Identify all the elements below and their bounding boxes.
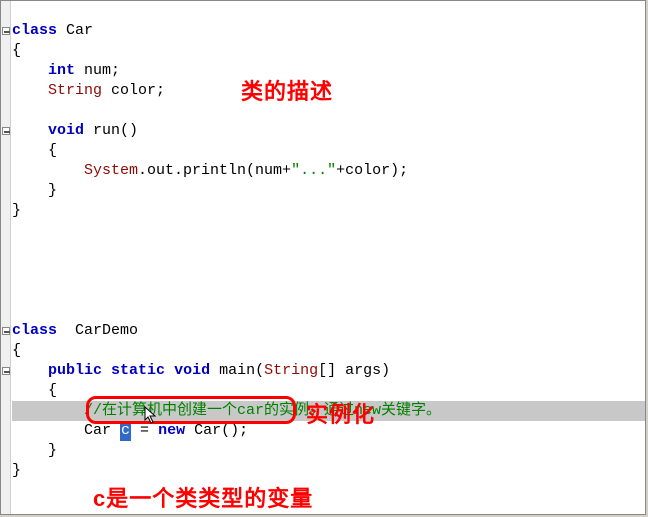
code-line: public static void main(String[] args) xyxy=(12,362,390,379)
code-line: String color; xyxy=(12,82,165,99)
string-literal: "..." xyxy=(291,162,336,179)
fold-marker[interactable] xyxy=(2,327,10,335)
code-line xyxy=(12,242,21,259)
type-string: String xyxy=(264,362,318,379)
annotation-class-description: 类的描述 xyxy=(241,74,333,106)
keyword-void: void xyxy=(48,122,84,139)
keyword-void: void xyxy=(174,362,210,379)
keyword-public: public xyxy=(48,362,102,379)
code-line: { xyxy=(12,342,21,359)
fold-marker[interactable] xyxy=(2,367,10,375)
code-line: Car c = new Car(); xyxy=(12,422,248,439)
code-line: { xyxy=(12,382,57,399)
fold-marker[interactable] xyxy=(2,127,10,135)
type-system: System xyxy=(84,162,138,179)
annotation-instantiate-box xyxy=(86,396,296,424)
code-line: class CarDemo xyxy=(12,322,138,339)
code-line: } xyxy=(12,442,57,459)
annotation-instantiate: 实例化 xyxy=(306,397,375,429)
code-editor[interactable]: class Car { int num; String color; void … xyxy=(0,0,646,515)
keyword-static: static xyxy=(111,362,165,379)
code-line xyxy=(12,222,21,239)
annotation-var-type: c是一个类类型的变量 xyxy=(93,481,313,513)
code-line xyxy=(12,302,21,319)
selection: c xyxy=(120,421,131,441)
code-line: { xyxy=(12,42,21,59)
type-string: String xyxy=(48,82,102,99)
keyword-int: int xyxy=(48,62,75,79)
keyword-class: class xyxy=(12,322,57,339)
code-line: System.out.println(num+"..."+color); xyxy=(12,162,408,179)
code-line: } xyxy=(12,182,57,199)
code-line: } xyxy=(12,202,21,219)
code-line xyxy=(12,282,21,299)
keyword-new: new xyxy=(158,422,185,439)
code-line xyxy=(12,262,21,279)
fold-marker[interactable] xyxy=(2,27,10,35)
code-line: } xyxy=(12,462,21,479)
code-line: int num; xyxy=(12,62,120,79)
code-line: class Car xyxy=(12,22,93,39)
code-line: { xyxy=(12,142,57,159)
gutter xyxy=(1,1,11,514)
keyword-class: class xyxy=(12,22,57,39)
code-line: void run() xyxy=(12,122,138,139)
